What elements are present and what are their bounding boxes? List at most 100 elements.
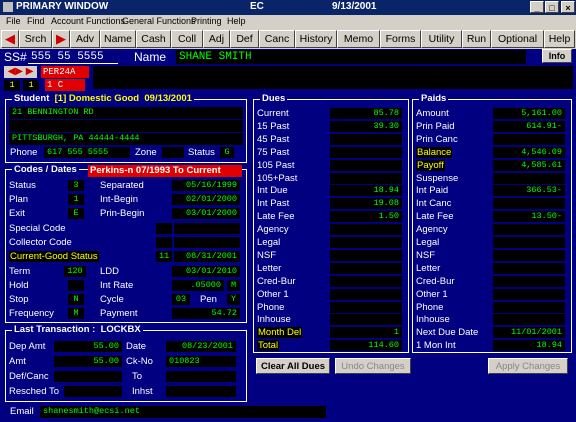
close-icon[interactable]: ×: [561, 1, 575, 13]
paids-row-value[interactable]: [493, 314, 565, 326]
run-button[interactable]: Run: [462, 30, 491, 48]
menu-account-functions[interactable]: Account Functions: [51, 16, 125, 26]
paids-row-value[interactable]: [493, 249, 565, 261]
txn-date-field[interactable]: 08/23/2001: [166, 341, 236, 352]
special-code-desc[interactable]: [174, 223, 240, 234]
search-button[interactable]: Srch: [19, 30, 52, 48]
dues-row-value[interactable]: [330, 133, 402, 145]
int-rate-flag[interactable]: M: [227, 280, 240, 291]
back-arrow-icon[interactable]: ◀: [1, 30, 19, 48]
dues-row-value[interactable]: [330, 159, 402, 171]
zone-field[interactable]: [162, 147, 184, 158]
paids-row-value[interactable]: 4,546.09: [493, 146, 565, 158]
utility-button[interactable]: Utility: [421, 30, 462, 48]
exit-field[interactable]: E: [68, 208, 84, 219]
plan-field[interactable]: 1: [68, 194, 84, 205]
status-field[interactable]: G: [220, 147, 234, 158]
hold-field[interactable]: [68, 280, 84, 291]
dep-amt-field[interactable]: 55.00: [54, 341, 122, 352]
cycle-field[interactable]: 03: [172, 294, 190, 305]
address-city[interactable]: PITTSBURGH, PA 44444-4444: [9, 133, 243, 145]
dues-row-value[interactable]: [330, 224, 402, 236]
int-begin-field[interactable]: 02/01/2000: [172, 194, 240, 205]
inhst-field[interactable]: [166, 386, 236, 397]
status-code-field[interactable]: 3: [68, 180, 84, 191]
paids-row-value[interactable]: [493, 262, 565, 274]
term-field[interactable]: 120: [64, 266, 86, 277]
dues-row-value[interactable]: [330, 237, 402, 248]
dues-row-value[interactable]: 114.60: [330, 340, 402, 352]
current-status-code[interactable]: 11: [156, 251, 172, 262]
stop-field[interactable]: N: [68, 294, 84, 305]
def-button[interactable]: Def: [230, 30, 259, 48]
forms-button[interactable]: Forms: [380, 30, 421, 48]
payment-field[interactable]: 54.72: [172, 308, 240, 319]
dues-row-value[interactable]: 18.94: [330, 185, 402, 197]
dues-row-value[interactable]: 19.08: [330, 198, 402, 210]
collector-code-field[interactable]: [156, 237, 172, 248]
paids-row-value[interactable]: [493, 198, 565, 210]
dues-row-value[interactable]: 1: [330, 327, 402, 339]
dues-row-value[interactable]: [330, 262, 402, 274]
dues-row-value[interactable]: [330, 301, 402, 313]
menu-printing[interactable]: Printing: [191, 16, 222, 26]
int-rate-field[interactable]: .05000: [172, 280, 224, 291]
memo-button[interactable]: Memo: [337, 30, 380, 48]
paids-row-value[interactable]: [493, 288, 565, 300]
paids-row-value[interactable]: [493, 172, 565, 184]
defcanc-field[interactable]: [54, 371, 122, 382]
paids-row-value[interactable]: 366.53-: [493, 185, 565, 197]
dues-row-value[interactable]: 39.30: [330, 120, 402, 132]
forward-arrow-icon[interactable]: ▶: [52, 30, 70, 48]
paids-row-value[interactable]: [493, 237, 565, 248]
amt-field[interactable]: 55.00: [54, 356, 122, 367]
paids-row-value[interactable]: 11/01/2001: [493, 327, 565, 339]
menu-file[interactable]: File: [6, 16, 21, 26]
adj-button[interactable]: Adj: [203, 30, 230, 48]
dues-row-value[interactable]: [330, 288, 402, 300]
dues-row-value[interactable]: [330, 172, 402, 184]
maximize-icon[interactable]: □: [545, 1, 559, 13]
dues-row-value[interactable]: [330, 249, 402, 261]
resched-field[interactable]: [64, 386, 122, 397]
paids-row-value[interactable]: [493, 275, 565, 287]
adv-button[interactable]: Adv: [70, 30, 100, 48]
minimize-icon[interactable]: _: [530, 1, 544, 13]
dues-row-value[interactable]: 85.78: [330, 108, 402, 119]
paids-row-value[interactable]: 18.94: [493, 340, 565, 352]
coll-button[interactable]: Coll: [171, 30, 203, 48]
menu-help[interactable]: Help: [227, 16, 246, 26]
canc-button[interactable]: Canc: [259, 30, 295, 48]
name-button[interactable]: Name: [100, 30, 136, 48]
separated-field[interactable]: 05/16/1999: [172, 180, 240, 191]
nav-arrows-icon[interactable]: ◀▶ ▶: [4, 66, 37, 78]
name-field[interactable]: SHANE SMITH: [176, 50, 526, 64]
ldd-field[interactable]: 03/01/2010: [172, 266, 240, 277]
menu-general-functions[interactable]: General Functions: [122, 16, 196, 26]
undo-changes-button[interactable]: Undo Changes: [335, 358, 411, 374]
cash-button[interactable]: Cash: [136, 30, 171, 48]
ck-no-field[interactable]: 010823: [166, 356, 236, 367]
paids-row-value[interactable]: [493, 224, 565, 236]
address-line-1[interactable]: 21 BENNINGTON RD: [9, 107, 243, 119]
collector-code-desc[interactable]: [174, 237, 240, 248]
paids-row-value[interactable]: 5,161.00: [493, 108, 565, 119]
address-line-2[interactable]: [9, 120, 243, 132]
ssn-input[interactable]: 555 55 5555: [28, 50, 118, 64]
help-button[interactable]: Help: [544, 30, 575, 48]
paids-row-value[interactable]: 13.50-: [493, 211, 565, 223]
paids-row-value[interactable]: 614.91-: [493, 120, 565, 132]
frequency-field[interactable]: M: [68, 308, 84, 319]
phone-field[interactable]: 617 555 5555: [44, 147, 130, 158]
apply-changes-button[interactable]: Apply Changes: [488, 358, 568, 374]
paids-row-value[interactable]: 4,585.61: [493, 159, 565, 171]
info-button[interactable]: Info: [542, 49, 572, 63]
prin-begin-field[interactable]: 03/01/2000: [172, 208, 240, 219]
email-field[interactable]: shanesmith@ecsi.net: [40, 406, 326, 418]
history-button[interactable]: History: [295, 30, 337, 48]
dues-row-value[interactable]: [330, 314, 402, 326]
dues-row-value[interactable]: [330, 146, 402, 158]
special-code-field[interactable]: [156, 223, 172, 234]
paids-row-value[interactable]: [493, 301, 565, 313]
pen-field[interactable]: Y: [227, 294, 240, 305]
